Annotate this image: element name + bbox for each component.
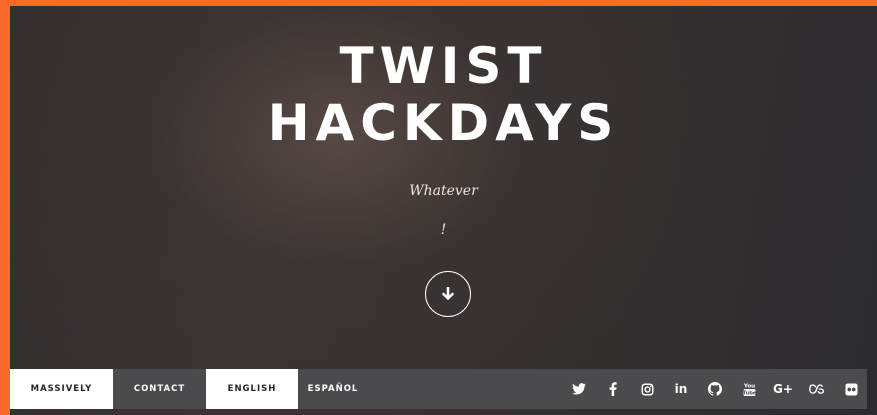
social-icons: in You Tube G+ [553,369,867,409]
site-title[interactable]: TWIST HACKDAYS [10,38,877,152]
nav-item-english[interactable]: ENGLISH [206,369,298,409]
title-line-2: HACKDAYS [267,94,620,152]
twitter-icon[interactable] [571,381,587,397]
main-nav: MASSIVELY CONTACT ENGLISH ESPAÑOL in You… [10,369,867,409]
scroll-down-button[interactable] [425,271,471,317]
svg-text:You: You [743,383,755,389]
subtitle-exclamation: ! [440,222,447,238]
lastfm-icon[interactable] [809,381,825,397]
instagram-icon[interactable] [639,381,655,397]
flickr-icon[interactable] [843,381,859,397]
google-plus-icon[interactable]: G+ [773,381,793,397]
arrow-down-icon [442,287,454,300]
hero-section: TWIST HACKDAYS Whatever ! [10,6,877,415]
title-line-1: TWIST [339,37,548,95]
nav-item-massively[interactable]: MASSIVELY [10,369,113,409]
subtitle: Whatever [409,183,478,199]
svg-text:Tube: Tube [743,390,756,396]
linkedin-icon[interactable]: in [673,381,689,397]
youtube-icon[interactable]: You Tube [741,381,757,397]
nav-item-espanol[interactable]: ESPAÑOL [298,369,368,409]
facebook-icon[interactable] [605,381,621,397]
github-icon[interactable] [707,381,723,397]
nav-item-contact[interactable]: CONTACT [113,369,206,409]
